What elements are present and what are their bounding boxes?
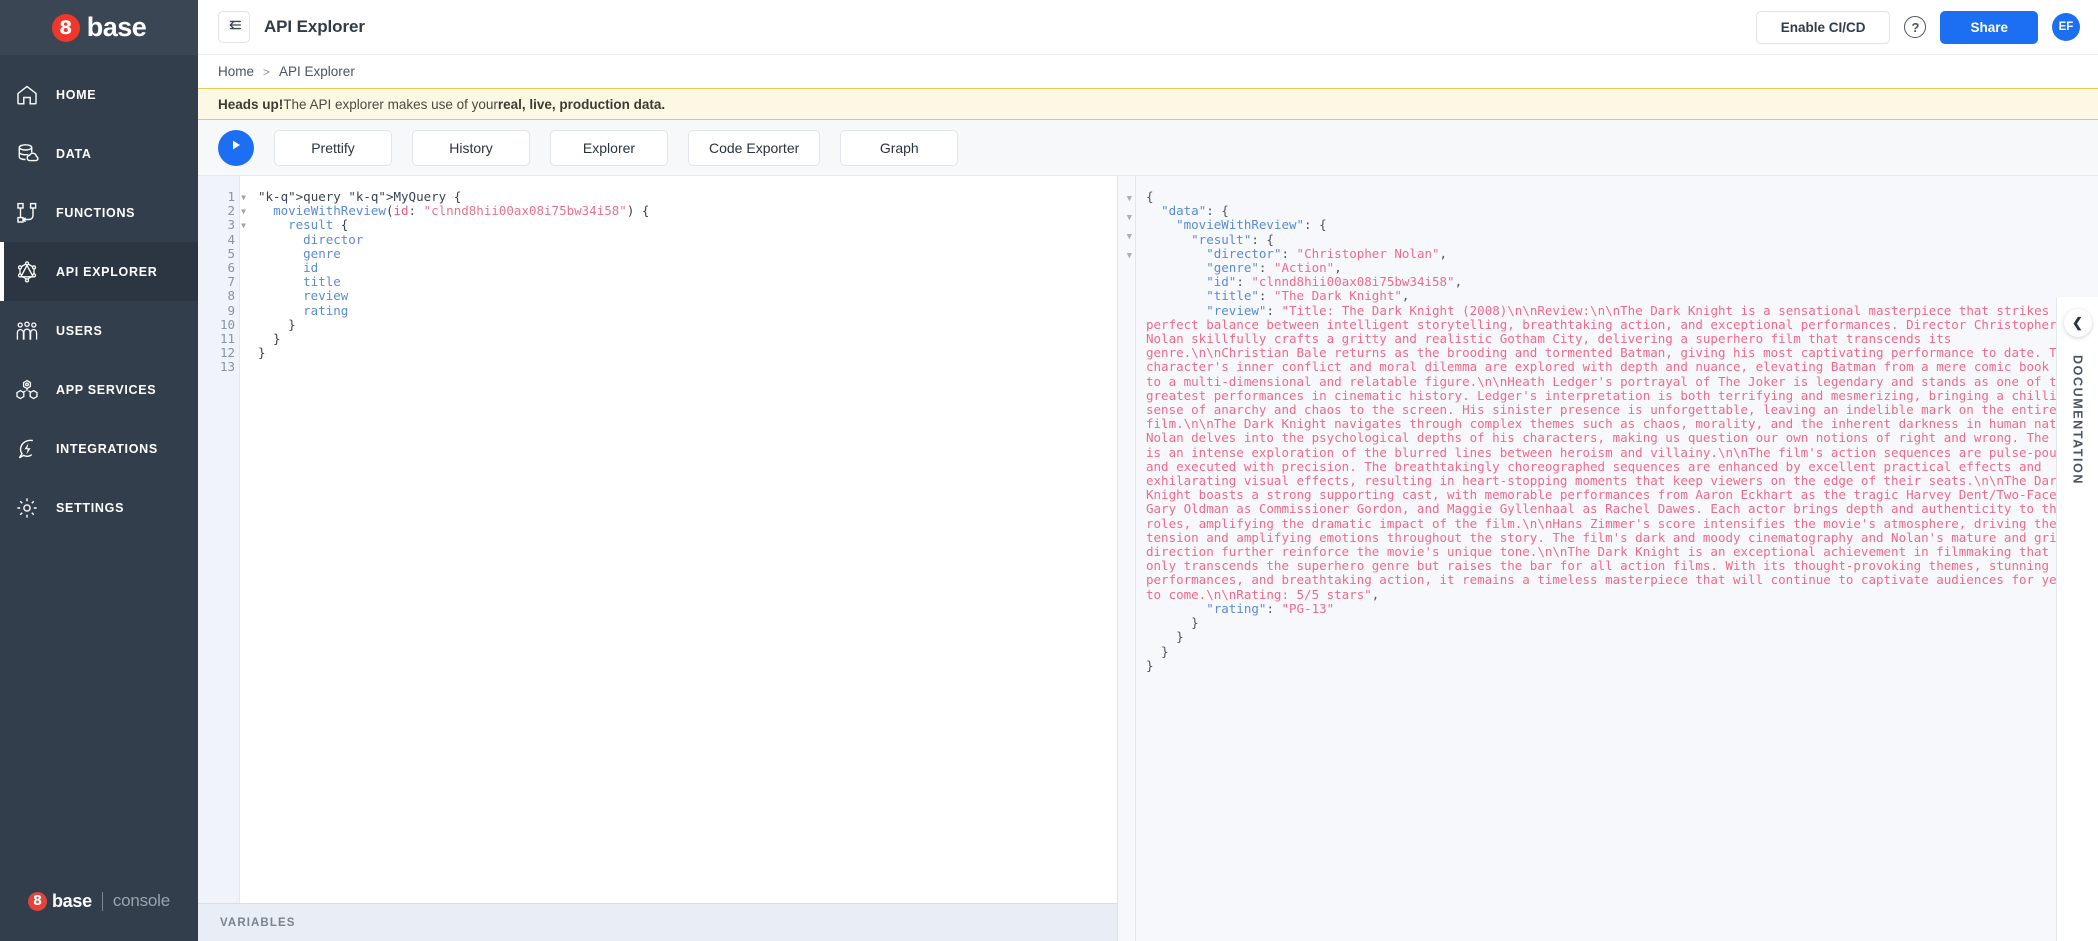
sidebar-item-api-explorer[interactable]: API EXPLORER (0, 242, 198, 301)
query-line-number: 6 (198, 261, 239, 275)
lightning-icon (14, 436, 40, 462)
notice-bold-suffix: real, live, production data. (498, 97, 665, 112)
query-line-number: 3▼ (198, 218, 239, 232)
production-data-notice: Heads up! The API explorer makes use of … (198, 88, 2098, 120)
fold-triangle-icon[interactable]: ▼ (241, 191, 246, 205)
top-bar: API Explorer Enable CI/CD ? Share EF (198, 0, 2098, 55)
query-line-number: 5 (198, 247, 239, 261)
query-pane: 1▼2▼3▼45678910111213 "k-q">query "k-q">M… (198, 176, 1118, 941)
footer-logo-badge: 8 (28, 892, 47, 911)
sidebar-item-label: SETTINGS (56, 501, 124, 515)
fold-triangle-icon[interactable]: ▼ (241, 219, 246, 233)
breadcrumb-home[interactable]: Home (218, 64, 254, 79)
avatar[interactable]: EF (2052, 13, 2080, 41)
query-line-number: 9 (198, 304, 239, 318)
response-fold-triangle-icon[interactable]: ▼ (1118, 228, 1135, 247)
graphql-icon (14, 259, 40, 285)
response-fold-triangle-icon[interactable]: ▼ (1118, 190, 1135, 209)
logo-text: base (87, 12, 147, 43)
run-query-button[interactable] (218, 130, 254, 166)
sidebar-item-label: USERS (56, 324, 103, 338)
chevron-left-icon[interactable]: ❮ (2064, 309, 2092, 337)
query-line-number: 13 (198, 360, 239, 374)
sidebar-logo[interactable]: 8 base (0, 0, 198, 55)
query-line-number: 11 (198, 332, 239, 346)
database-icon (14, 141, 40, 167)
response-fold-triangle-icon[interactable]: ▼ (1118, 247, 1135, 266)
editor-area: 1▼2▼3▼45678910111213 "k-q">query "k-q">M… (198, 176, 2098, 941)
functions-icon (14, 200, 40, 226)
collapse-sidebar-button[interactable] (218, 11, 250, 43)
documentation-rail: ❮ DOCUMENTATION (2056, 297, 2098, 941)
documentation-label[interactable]: DOCUMENTATION (2071, 355, 2085, 485)
query-line-number: 10 (198, 318, 239, 332)
query-toolbar: Prettify History Explorer Code Exporter … (198, 120, 2098, 176)
explorer-button[interactable]: Explorer (550, 130, 668, 166)
notice-text: The API explorer makes use of your (283, 97, 498, 112)
sidebar-item-settings[interactable]: SETTINGS (0, 478, 198, 537)
graph-button[interactable]: Graph (840, 130, 958, 166)
sidebar-footer-logo: 8 base console (0, 861, 198, 941)
query-line-number: 12 (198, 346, 239, 360)
sidebar-item-functions[interactable]: FUNCTIONS (0, 183, 198, 242)
breadcrumb: Home > API Explorer (198, 55, 2098, 88)
share-button[interactable]: Share (1940, 11, 2038, 44)
query-line-number: 8 (198, 289, 239, 303)
help-icon[interactable]: ? (1904, 16, 1926, 38)
query-body: 1▼2▼3▼45678910111213 "k-q">query "k-q">M… (198, 176, 1117, 903)
query-line-number: 1▼ (198, 190, 239, 204)
sidebar-item-label: API EXPLORER (56, 265, 157, 279)
gear-icon (14, 495, 40, 521)
query-code-editor[interactable]: "k-q">query "k-q">MyQuery { movieWithRev… (240, 176, 1117, 903)
query-line-gutter: 1▼2▼3▼45678910111213 (198, 176, 240, 903)
sidebar-item-label: APP SERVICES (56, 383, 156, 397)
code-exporter-button[interactable]: Code Exporter (688, 130, 820, 166)
prettify-button[interactable]: Prettify (274, 130, 392, 166)
app-services-icon (14, 377, 40, 403)
sidebar-item-label: FUNCTIONS (56, 206, 135, 220)
logo-badge: 8 (52, 14, 80, 42)
query-line-number: 7 (198, 275, 239, 289)
sidebar-item-label: HOME (56, 88, 96, 102)
sidebar-item-home[interactable]: HOME (0, 65, 198, 124)
users-icon (14, 318, 40, 344)
home-icon (14, 82, 40, 108)
sidebar-item-app-services[interactable]: APP SERVICES (0, 360, 198, 419)
query-line-number: 4 (198, 233, 239, 247)
enable-cicd-button[interactable]: Enable CI/CD (1756, 11, 1891, 44)
play-icon (229, 138, 243, 157)
sidebar-item-integrations[interactable]: INTEGRATIONS (0, 419, 198, 478)
footer-divider (102, 892, 103, 911)
fold-triangle-icon[interactable]: ▼ (241, 205, 246, 219)
breadcrumb-current: API Explorer (279, 64, 355, 79)
response-fold-triangle-icon[interactable]: ▼ (1118, 209, 1135, 228)
query-line-number: 2▼ (198, 204, 239, 218)
history-button[interactable]: History (412, 130, 530, 166)
sidebar: 8 base HOME (0, 0, 198, 941)
page-title: API Explorer (264, 17, 365, 37)
notice-bold-prefix: Heads up! (218, 97, 283, 112)
footer-logo-base: base (52, 891, 92, 912)
app-root: 8 base HOME (0, 0, 2098, 941)
chevron-right-icon: > (263, 65, 270, 79)
sidebar-item-data[interactable]: DATA (0, 124, 198, 183)
variables-panel-toggle[interactable]: VARIABLES (198, 903, 1117, 941)
sidebar-item-label: DATA (56, 147, 92, 161)
sidebar-item-label: INTEGRATIONS (56, 442, 158, 456)
main-area: API Explorer Enable CI/CD ? Share EF Hom… (198, 0, 2098, 941)
sidebar-nav: HOME DATA (0, 55, 198, 861)
collapse-sidebar-icon (225, 16, 243, 39)
response-pane: ▼▼▼▼ { "data": { "movieWithReview": { "r… (1118, 176, 2098, 941)
sidebar-item-users[interactable]: USERS (0, 301, 198, 360)
response-json-viewer: { "data": { "movieWithReview": { "result… (1136, 176, 2098, 941)
footer-logo-console: console (113, 891, 170, 911)
response-fold-gutter: ▼▼▼▼ (1118, 176, 1136, 941)
